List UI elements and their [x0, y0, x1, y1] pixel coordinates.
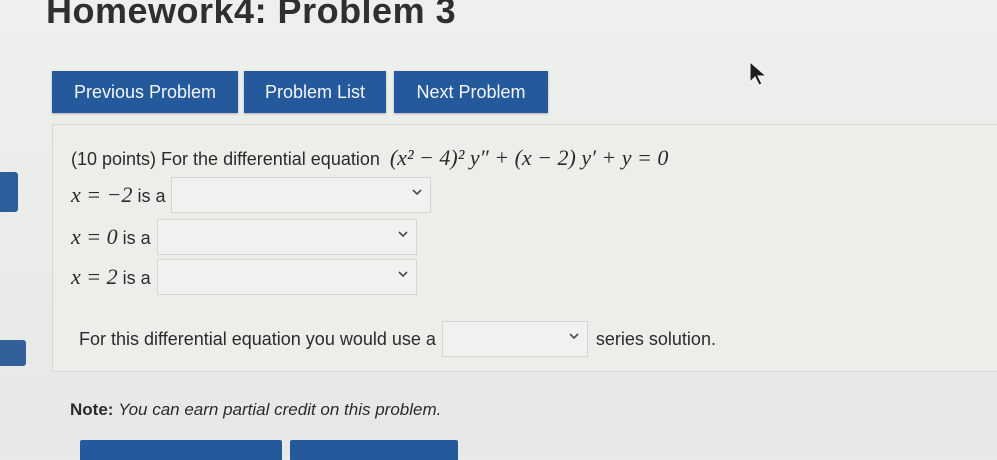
problem-nav-bar: Previous Problem Problem List Next Probl…	[52, 68, 997, 116]
left-edge-tab[interactable]	[0, 172, 18, 212]
preview-answers-button[interactable]	[80, 440, 282, 460]
partial-credit-note: Note: You can earn partial credit on thi…	[70, 400, 441, 420]
point-classification-select[interactable]	[171, 177, 432, 213]
problem-intro-text: (10 points) For the differential equatio…	[71, 149, 380, 169]
problem-box: (10 points) For the differential equatio…	[52, 124, 997, 372]
differential-equation: (x² − 4)² y″ + (x − 2) y′ + y = 0	[389, 145, 669, 170]
series-question: For this differential equation you would…	[79, 321, 716, 357]
singular-point-row: x = 0 is a	[71, 219, 417, 255]
point-value: x = −2	[71, 182, 133, 207]
singular-point-row: x = −2 is a	[71, 177, 432, 213]
chevron-down-icon	[412, 189, 423, 196]
series-suffix: series solution.	[595, 328, 716, 349]
point-suffix: is a	[122, 268, 151, 288]
problem-statement: (10 points) For the differential equatio…	[71, 145, 668, 171]
note-label: Note:	[70, 400, 114, 419]
note-text: You can earn partial credit on this prob…	[118, 400, 442, 419]
singular-point-row: x = 2 is a	[71, 259, 417, 295]
left-edge-tab-lower[interactable]	[0, 340, 26, 366]
next-problem-button[interactable]: Next Problem	[394, 71, 548, 113]
point-value: x = 0	[71, 224, 118, 249]
point-value: x = 2	[71, 264, 118, 289]
series-type-select[interactable]	[441, 321, 588, 357]
chevron-down-icon	[569, 333, 579, 340]
submit-answers-button[interactable]	[290, 440, 458, 460]
mouse-pointer-icon	[749, 60, 768, 86]
point-classification-select[interactable]	[156, 219, 417, 255]
chevron-down-icon	[398, 231, 408, 238]
point-classification-select[interactable]	[156, 259, 417, 295]
previous-problem-button[interactable]: Previous Problem	[52, 71, 238, 113]
page-title: Homework4: Problem 3	[46, 0, 457, 31]
point-suffix: is a	[122, 228, 151, 248]
chevron-down-icon	[398, 271, 408, 278]
series-prefix: For this differential equation you would…	[79, 328, 436, 349]
problem-list-button[interactable]: Problem List	[244, 71, 386, 113]
point-suffix: is a	[137, 186, 166, 206]
